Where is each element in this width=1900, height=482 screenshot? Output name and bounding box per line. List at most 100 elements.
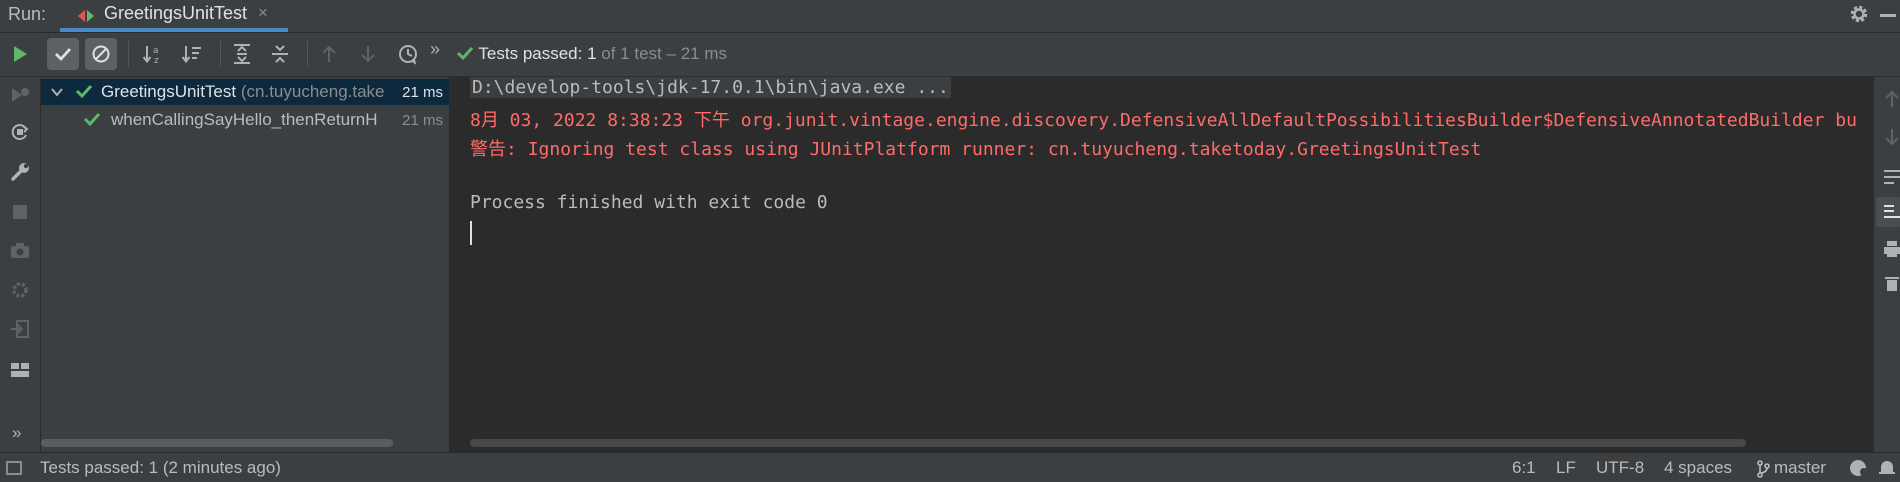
console-error-line-1: 8月 03, 2022 8:38:23 下午 org.junit.vintage… — [470, 106, 1857, 132]
tab-greetings-unit-test[interactable]: GreetingsUnitTest × — [60, 0, 288, 32]
tree-node-label: GreetingsUnitTest (cn.tuyucheng.take — [101, 82, 385, 102]
minimize-icon[interactable] — [1880, 14, 1896, 17]
text-caret — [470, 221, 472, 245]
test-duration: 21 ms — [402, 112, 443, 129]
status-separator: – — [666, 44, 676, 63]
caret-position[interactable]: 6:1 — [1512, 458, 1536, 478]
gear-icon[interactable] — [1848, 3, 1870, 25]
left-vertical-toolbar: » — [0, 77, 41, 452]
toggle-tool-windows-icon[interactable] — [6, 461, 22, 475]
next-failed-button[interactable] — [352, 38, 384, 70]
close-icon[interactable]: × — [258, 3, 268, 23]
up-arrow-icon[interactable] — [1882, 89, 1900, 109]
tree-row-when-calling-say-hello[interactable]: whenCallingSayHello_thenReturnH 21 ms — [41, 107, 449, 133]
console-command-line: D:\develop-tools\jdk-17.0.1\bin\java.exe… — [470, 77, 951, 98]
svg-text:a: a — [153, 46, 159, 56]
dump-threads-button[interactable] — [8, 239, 32, 263]
down-arrow-icon[interactable] — [1882, 127, 1900, 147]
history-icon — [399, 45, 417, 65]
wrench-icon — [11, 163, 29, 181]
memory-indicator-icon[interactable] — [1848, 458, 1870, 478]
console-output[interactable]: D:\develop-tools\jdk-17.0.1\bin\java.exe… — [450, 77, 1872, 452]
expand-all-icon — [234, 44, 250, 64]
git-branch-icon — [1757, 460, 1770, 478]
down-arrow-icon — [361, 46, 375, 63]
chevron-down-icon[interactable] — [51, 87, 63, 97]
test-class-name: GreetingsUnitTest — [101, 82, 237, 101]
toggle-auto-test-button[interactable] — [8, 120, 32, 144]
soft-wrap-icon[interactable] — [1882, 167, 1900, 187]
ignored-filter-icon — [92, 45, 110, 63]
toolbar-separator — [307, 41, 308, 67]
collapse-all-button[interactable] — [264, 38, 296, 70]
stop-icon — [13, 205, 27, 219]
layout-icon — [11, 363, 29, 377]
tests-passed-text: Tests passed: 1 — [478, 44, 597, 63]
check-icon — [75, 84, 93, 99]
toolbar-separator — [220, 41, 221, 67]
check-filter-icon — [55, 48, 72, 62]
file-encoding[interactable]: UTF-8 — [1596, 458, 1644, 478]
log-message: org.junit.vintage.engine.discovery.Defen… — [740, 110, 1857, 131]
show-ignored-toggle[interactable] — [85, 38, 117, 70]
sort-duration-icon — [181, 46, 201, 64]
toolbar-separator — [128, 41, 129, 67]
left-toolbar-overflow-icon[interactable]: » — [12, 423, 21, 443]
run-label: Run: — [8, 4, 47, 24]
check-icon — [83, 112, 101, 127]
debug-settings-button[interactable] — [8, 278, 32, 302]
java-command[interactable]: D:\develop-tools\jdk-17.0.1\bin\java.exe… — [470, 77, 951, 98]
up-arrow-icon — [322, 45, 336, 62]
rerun-button[interactable] — [4, 38, 36, 70]
test-config-icon — [78, 10, 94, 22]
previous-failed-button[interactable] — [313, 38, 345, 70]
test-runner-toolbar: az » Tests passed: 1 of 1 test – 21 ms — [0, 33, 1900, 76]
process-exit-line: Process finished with exit code 0 — [470, 192, 828, 213]
svg-text:z: z — [154, 56, 159, 65]
test-history-button[interactable] — [392, 38, 424, 70]
auto-test-icon — [11, 124, 29, 140]
test-results-tree: GreetingsUnitTest (cn.tuyucheng.take 21 … — [41, 77, 450, 452]
test-class-package: (cn.tuyucheng.take — [240, 82, 385, 101]
stop-button[interactable] — [8, 200, 32, 224]
sort-by-duration-button[interactable] — [176, 38, 208, 70]
rerun-failed-button[interactable] — [8, 83, 32, 107]
collapse-all-icon — [272, 45, 288, 63]
test-duration: 21 ms — [398, 84, 443, 101]
line-separator[interactable]: LF — [1556, 458, 1576, 478]
tree-horizontal-scrollbar[interactable] — [41, 439, 393, 447]
console-horizontal-scrollbar[interactable] — [470, 439, 1746, 447]
tab-title: GreetingsUnitTest — [104, 3, 248, 23]
log-level: 警告: — [470, 139, 517, 160]
run-tool-window-header: Run: GreetingsUnitTest × — [0, 0, 1900, 33]
git-branch[interactable]: master — [1774, 458, 1826, 478]
camera-icon — [11, 243, 29, 258]
notifications-icon[interactable] — [1878, 458, 1896, 478]
toolbar-overflow-icon[interactable]: » — [430, 39, 440, 60]
test-status-summary: Tests passed: 1 of 1 test – 21 ms — [456, 44, 727, 64]
expand-all-button[interactable] — [226, 38, 258, 70]
bug-gear-icon — [12, 282, 28, 298]
sort-alpha-icon: az — [142, 46, 159, 65]
right-console-toolbar — [1873, 77, 1900, 452]
print-icon[interactable] — [1882, 239, 1900, 259]
run-icon — [14, 46, 27, 62]
import-tests-button[interactable] — [8, 317, 32, 341]
log-message: Ignoring test class using JUnitPlatform … — [527, 139, 1482, 160]
show-passed-toggle[interactable] — [47, 38, 79, 70]
tree-row-greetings-unit-test[interactable]: GreetingsUnitTest (cn.tuyucheng.take 21 … — [41, 79, 449, 105]
scroll-to-end-icon — [1884, 205, 1900, 218]
tab-active-indicator — [60, 28, 288, 32]
log-timestamp: 8月 03, 2022 8:38:23 下午 — [470, 110, 730, 131]
settings-wrench-button[interactable] — [8, 160, 32, 184]
tests-total-text: of 1 test — [601, 44, 662, 63]
status-message[interactable]: Tests passed: 1 (2 minutes ago) — [40, 458, 281, 478]
import-icon — [11, 320, 29, 338]
tests-duration-text: 21 ms — [680, 44, 727, 63]
indent-setting[interactable]: 4 spaces — [1664, 458, 1732, 478]
sort-alphabetically-button[interactable]: az — [137, 38, 169, 70]
rerun-failed-icon — [12, 88, 29, 102]
trash-icon[interactable] — [1882, 273, 1900, 293]
layout-button[interactable] — [8, 358, 32, 382]
status-bar: Tests passed: 1 (2 minutes ago) 6:1 LF U… — [0, 452, 1900, 482]
